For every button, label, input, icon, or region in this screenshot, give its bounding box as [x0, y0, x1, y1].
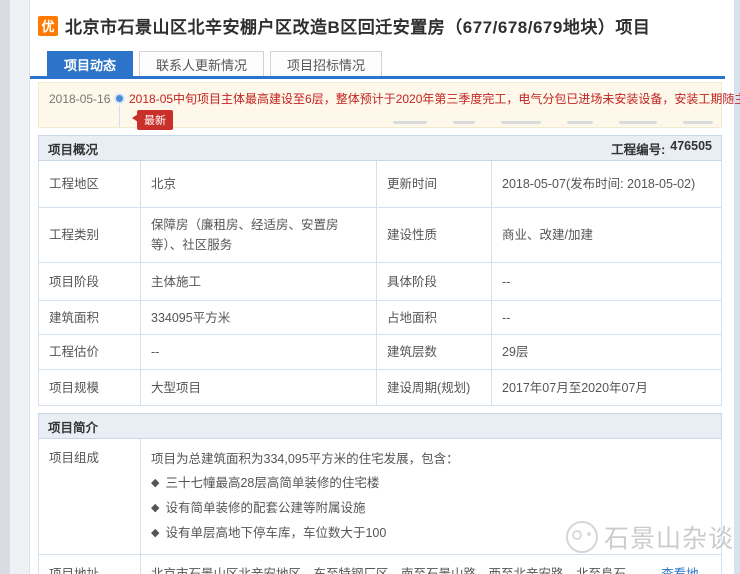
cell-label: 更新时间 [376, 161, 491, 207]
composition-intro: 项目为总建筑面积为334,095平方米的住宅发展，包含： [151, 447, 711, 471]
diamond-bullet-icon: ◆ [151, 521, 159, 546]
title-row: 优 北京市石景山区北辛安棚户区改造B区回迁安置房（677/678/679地块）项… [38, 13, 735, 38]
table-row: 建筑面积 334095平方米 占地面积 -- [39, 300, 721, 334]
cell-label: 具体阶段 [376, 263, 491, 300]
list-item: ◆ 三十七幢最高28层高简单装修的住宅楼 [151, 471, 711, 496]
bullet-text: 设有单层高地下停车库，车位数大于100 [165, 521, 386, 546]
cell-label: 工程地区 [39, 161, 140, 207]
list-item: ◆ 设有单层高地下停车库，车位数大于100 [151, 521, 711, 546]
cell-label: 工程估价 [39, 335, 140, 369]
news-box: 2018-05-16 2018-05中旬项目主体最高建设至6层，整体预计于202… [38, 82, 722, 128]
cell-label: 建筑层数 [376, 335, 491, 369]
overview-title: 项目概况 [48, 139, 98, 158]
page-edge-left [0, 0, 10, 574]
tab-bar: 项目动态 联系人更新情况 项目招标情况 [47, 51, 735, 76]
overview-header: 项目概况 工程编号: 476505 [38, 135, 722, 161]
section-overview: 项目概况 工程编号: 476505 工程地区 北京 更新时间 2018-05-0… [38, 135, 722, 406]
project-number-value: 476505 [670, 139, 712, 158]
cell-label: 工程类别 [39, 208, 140, 262]
tab-project-updates[interactable]: 项目动态 [47, 51, 133, 76]
composition-cell: 项目为总建筑面积为334,095平方米的住宅发展，包含： ◆ 三十七幢最高28层… [140, 439, 721, 554]
cell-value: 主体施工 [140, 263, 376, 300]
tab-bidding-info[interactable]: 项目招标情况 [270, 51, 382, 76]
diamond-bullet-icon: ◆ [151, 471, 159, 496]
cell-value: 2017年07月至2020年07月 [491, 370, 721, 405]
bullet-text: 设有简单装修的配套公建等附属设施 [165, 496, 365, 521]
cell-value: -- [491, 301, 721, 334]
table-row: 项目阶段 主体施工 具体阶段 -- [39, 262, 721, 300]
timeline-line [119, 105, 120, 127]
table-row: 项目组成 项目为总建筑面积为334,095平方米的住宅发展，包含： ◆ 三十七幢… [39, 439, 721, 554]
cell-value: 北京 [140, 161, 376, 207]
cell-label: 项目阶段 [39, 263, 140, 300]
timeline [111, 92, 129, 106]
tab-underline [30, 76, 725, 79]
cell-value: 2018-05-07(发布时间: 2018-05-02) [491, 161, 721, 207]
cell-value: 334095平方米 [140, 301, 376, 334]
table-row: 工程估价 -- 建筑层数 29层 [39, 334, 721, 369]
cell-value: 保障房（廉租房、经适房、安置房等）、社区服务 [140, 208, 376, 262]
intro-table: 项目组成 项目为总建筑面积为334,095平方米的住宅发展，包含： ◆ 三十七幢… [38, 439, 722, 574]
cell-value: 大型项目 [140, 370, 376, 405]
faded-toolbar-remnant [393, 121, 713, 124]
page: 优 北京市石景山区北辛安棚户区改造B区回迁安置房（677/678/679地块）项… [0, 0, 740, 574]
cell-label: 项目地址 [39, 555, 140, 574]
table-row: 项目规模 大型项目 建设周期(规划) 2017年07月至2020年07月 [39, 369, 721, 405]
cell-label: 建设周期(规划) [376, 370, 491, 405]
tab-contact-updates[interactable]: 联系人更新情况 [139, 51, 264, 76]
bullet-text: 三十七幢最高28层高简单装修的住宅楼 [165, 471, 379, 496]
list-item: ◆ 设有简单装修的配套公建等附属设施 [151, 496, 711, 521]
view-map-link[interactable]: 查看地图 [647, 563, 711, 574]
cell-label: 项目组成 [39, 439, 140, 554]
intro-header: 项目简介 [38, 413, 722, 439]
intro-title: 项目简介 [48, 417, 98, 436]
grade-badge: 优 [38, 16, 58, 36]
news-line: 2018-05-16 2018-05中旬项目主体最高建设至6层，整体预计于202… [49, 90, 711, 107]
overview-table: 工程地区 北京 更新时间 2018-05-07(发布时间: 2018-05-02… [38, 161, 722, 406]
project-number: 工程编号: 476505 [611, 139, 712, 158]
cell-label: 占地面积 [376, 301, 491, 334]
cell-value: -- [491, 263, 721, 300]
view-map-label: 查看地图 [661, 563, 711, 574]
news-text: 2018-05中旬项目主体最高建设至6层，整体预计于2020年第三季度完工，电气… [129, 90, 740, 107]
cell-label: 项目规模 [39, 370, 140, 405]
project-number-label: 工程编号: [611, 139, 665, 158]
section-intro: 项目简介 项目组成 项目为总建筑面积为334,095平方米的住宅发展，包含： ◆… [38, 413, 722, 574]
diamond-bullet-icon: ◆ [151, 496, 159, 521]
address-text: 北京市石景山区北辛安地区，东至特钢厂区，南至石景山路，西至北辛安路，北至阜石路 [151, 563, 637, 574]
main-content: 优 北京市石景山区北辛安棚户区改造B区回迁安置房（677/678/679地块）项… [30, 0, 735, 574]
page-title: 北京市石景山区北辛安棚户区改造B区回迁安置房（677/678/679地块）项目 [65, 13, 650, 38]
page-edge-left-inner [10, 0, 30, 574]
table-row: 项目地址 北京市石景山区北辛安地区，东至特钢厂区，南至石景山路，西至北辛安路，北… [39, 554, 721, 574]
address-cell: 北京市石景山区北辛安地区，东至特钢厂区，南至石景山路，西至北辛安路，北至阜石路 … [140, 555, 721, 574]
cell-value: -- [140, 335, 376, 369]
table-row: 工程地区 北京 更新时间 2018-05-07(发布时间: 2018-05-02… [39, 161, 721, 207]
latest-badge: 最新 [137, 110, 173, 130]
table-row: 工程类别 保障房（廉租房、经适房、安置房等）、社区服务 建设性质 商业、改建/加… [39, 207, 721, 262]
cell-label: 建筑面积 [39, 301, 140, 334]
cell-value: 商业、改建/加建 [491, 208, 721, 262]
timeline-dot-icon [116, 95, 123, 102]
cell-label: 建设性质 [376, 208, 491, 262]
cell-value: 29层 [491, 335, 721, 369]
news-date: 2018-05-16 [49, 92, 111, 106]
